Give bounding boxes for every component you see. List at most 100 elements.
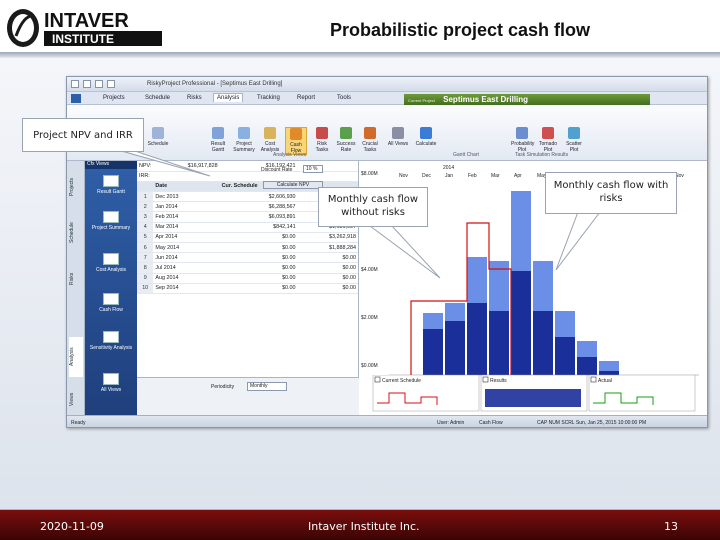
ribbon-calculate-button[interactable]: Calculate [415,127,437,147]
menu-risks[interactable]: Risks [187,95,202,101]
legend-current-label: Current Schedule [382,378,421,384]
current-project-label: Current Project [408,98,435,103]
vtab-views[interactable]: Views [69,387,83,411]
ribbon-tornado-plot-button[interactable]: Tornado Plot [537,127,559,153]
ribbon-risk-tasks-button[interactable]: Risk Tasks [311,127,333,153]
nav-header: Cfx Views [85,161,137,169]
ribbon-schedule-button[interactable]: Schedule [147,127,169,147]
chart-bars [389,191,699,376]
menu-tools[interactable]: Tools [337,95,351,101]
undo-icon[interactable] [95,80,103,88]
calculate-icon [420,127,432,139]
ribbon-label: Calculate [415,141,437,147]
ribbon-probability-plot-button[interactable]: Probability Plot [511,127,534,153]
table-row[interactable]: 5 Apr 2014 $0.00 $3,262,918 [137,232,358,244]
row-results: $0.00 [297,262,358,274]
status-bar: Ready User: Admin Cash Flow CAP NUM SCRL… [67,415,707,427]
nav-result-gantt[interactable]: Result Gantt [89,175,133,195]
ribbon-project-summary-button[interactable]: Project Summary [233,127,255,153]
ribbon-group-task-simulation: Task Simulation Results [515,152,569,158]
risk-bar-dark [445,321,465,375]
intaver-logo: INTAVER INSTITUTE [4,6,164,50]
irr-row: IRR: [137,171,358,182]
slide-title: Probabilistic project cash flow [329,20,591,40]
ribbon-success-rate-button[interactable]: Success Rate [335,127,357,153]
row-date: Dec 2013 [153,191,220,203]
nav-label: Project Summary [91,225,131,231]
row-current-schedule: $842,141 [219,222,298,233]
logo-line2: INSTITUTE [52,32,114,46]
table-row[interactable]: 7 Jun 2014 $0.00 $0.00 [137,252,358,264]
nav-sensitivity-analysis[interactable]: Sensitivity Analysis [89,331,133,351]
table-row[interactable]: 6 May 2014 $0.00 $1,888,284 [137,242,358,254]
app-icon[interactable] [71,80,79,88]
month-label: Nov [399,173,408,179]
probability-icon [516,127,528,139]
ribbon-result-gantt-button[interactable]: Result Gantt [207,127,229,153]
vtab-projects[interactable]: Projects [69,167,83,207]
ribbon-crucial-tasks-button[interactable]: Crucial Tasks [359,127,381,153]
callout-npv-irr: Project NPV and IRR [22,118,144,152]
menu-tracking[interactable]: Tracking [257,95,280,101]
y-tick-label: $4.00M [361,267,378,273]
callout-with-risk: Monthly cash flow with risks [545,172,677,214]
col-header-date[interactable]: Date [153,181,220,193]
analysis-nav-panel: Cfx Views Result Gantt Project Summary C… [85,161,137,415]
nav-all-views[interactable]: All Views [89,373,133,393]
ribbon-label: Crucial Tasks [362,141,378,153]
row-number: 5 [137,232,154,244]
row-number: 6 [137,242,154,254]
nav-cash-flow[interactable]: Cash Flow [89,293,133,313]
periodicity-select[interactable]: Monthly [247,382,287,391]
left-vertical-tabs: Projects Schedule Risks Analysis Views [67,161,85,415]
app-screenshot: RiskyProject Professional - [Septimus Ea… [66,76,708,428]
risk-bar-dark [533,311,553,375]
discount-rate-unit: % [312,166,318,172]
vtab-risks[interactable]: Risks [69,261,83,297]
legend-results-checkbox[interactable] [482,376,489,383]
nav-cost-analysis[interactable]: Cost Analysis [89,253,133,273]
schedule-icon [152,127,164,139]
redo-icon[interactable] [107,80,115,88]
month-label: Feb [468,173,477,179]
legend-results-swatch [485,389,581,407]
status-user: User: Admin [437,420,465,426]
gantt-icon [212,127,224,139]
risk-bar-dark [489,311,509,375]
ribbon-all-views-button[interactable]: All Views [387,127,409,147]
legend-actual-checkbox[interactable] [590,376,597,383]
cost-icon [103,253,119,265]
summary-icon [238,127,250,139]
menu-analysis[interactable]: Analysis [213,93,244,102]
table-row[interactable]: 10 Sep 2014 $0.00 $0.00 [137,283,358,294]
npv-current: $16,917,828 [153,161,220,172]
save-icon[interactable] [83,80,91,88]
y-tick-label: $0.00M [361,363,378,369]
menu-projects[interactable]: Projects [103,95,125,101]
npv-row: NPV: $16,917,828 $16,192,421 [137,161,358,172]
table-row[interactable]: 8 Jul 2014 $0.00 $0.00 [137,262,358,274]
callout-no-risk: Monthly cash flow without risks [318,187,428,227]
periodicity-label: Periodicity [211,384,235,390]
calculate-npv-button[interactable]: Calculate NPV [263,181,323,189]
vtab-schedule[interactable]: Schedule [69,213,83,253]
ribbon-cost-analysis-button[interactable]: Cost Analysis [259,127,281,153]
table-row[interactable]: 9 Aug 2014 $0.00 $0.00 [137,273,358,284]
row-date: Jul 2014 [153,262,220,274]
nav-project-summary[interactable]: Project Summary [89,211,133,231]
row-date: May 2014 [153,242,220,254]
ribbon-cash-flow-button[interactable]: Cash Flow [285,127,307,155]
vtab-analysis[interactable]: Analysis [69,337,83,377]
row-number: 10 [137,283,154,294]
menu-schedule[interactable]: Schedule [145,95,170,101]
legend-current-checkbox[interactable] [374,376,381,383]
cost-icon [264,127,276,139]
legend-strip: Current Schedule Results Actual [372,375,696,412]
menu-report[interactable]: Report [297,95,315,101]
app-menu-button[interactable] [71,94,81,103]
ribbon-scatter-plot-button[interactable]: Scatter Plot [563,127,585,153]
discount-rate-input[interactable]: 10 % [303,165,323,173]
discount-rate-label: Discount Rate [261,167,293,173]
row-current-schedule: $6,093,891 [219,211,298,223]
slide: INTAVER INSTITUTE Probabilistic project … [0,0,720,540]
